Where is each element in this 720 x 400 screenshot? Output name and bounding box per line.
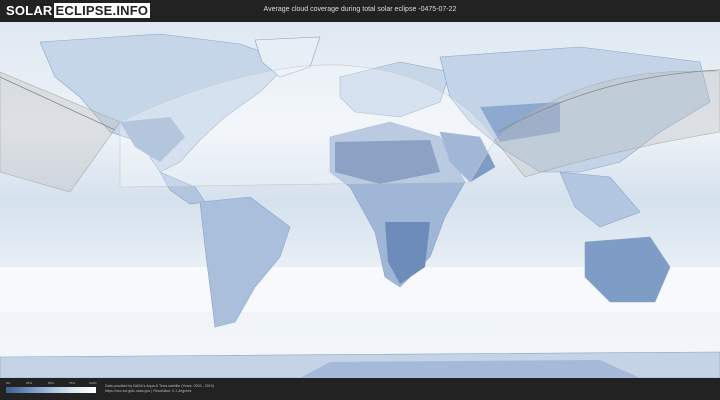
data-credit: Data provided by NASA's Aqua & Terra sat… xyxy=(105,384,214,394)
map-title: Average cloud coverage during total sola… xyxy=(263,6,457,13)
cloud-coverage-color-scale xyxy=(6,387,96,393)
header-bar: SOLAR ECLIPSE.INFO Average cloud coverage… xyxy=(0,0,720,22)
footer-bar: 0% 25% 50% 75% 100% Data provided by NAS… xyxy=(0,378,720,400)
legend-tick: 0% xyxy=(6,381,11,385)
legend-tick: 75% xyxy=(69,381,76,385)
credit-line-2: https://neo.sci.gsfc.nasa.gov | Resoluti… xyxy=(105,389,192,393)
legend-tick: 100% xyxy=(89,381,97,385)
cloud-coverage-map xyxy=(0,22,720,378)
antarctica-interior xyxy=(300,360,640,378)
legend-tick: 25% xyxy=(26,381,33,385)
legend-tick: 50% xyxy=(48,381,55,385)
